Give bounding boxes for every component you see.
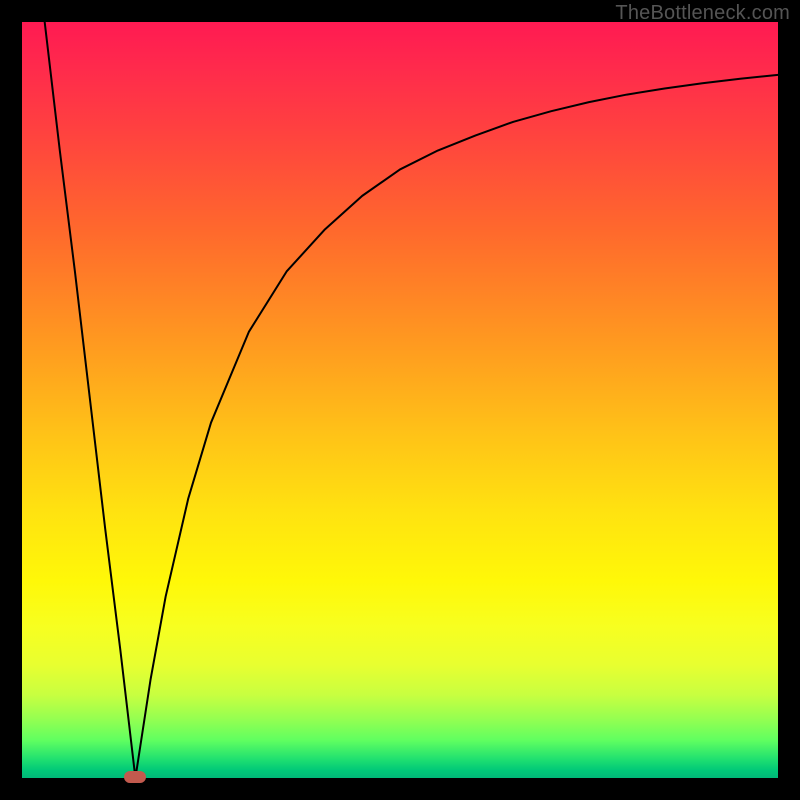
chart-plot-area xyxy=(22,22,778,778)
curve-left-branch xyxy=(45,22,136,778)
bottleneck-curve xyxy=(22,22,778,778)
optimum-marker xyxy=(124,771,146,783)
watermark-text: TheBottleneck.com xyxy=(615,2,790,25)
chart-frame: TheBottleneck.com xyxy=(0,0,800,800)
curve-right-branch xyxy=(135,75,778,778)
